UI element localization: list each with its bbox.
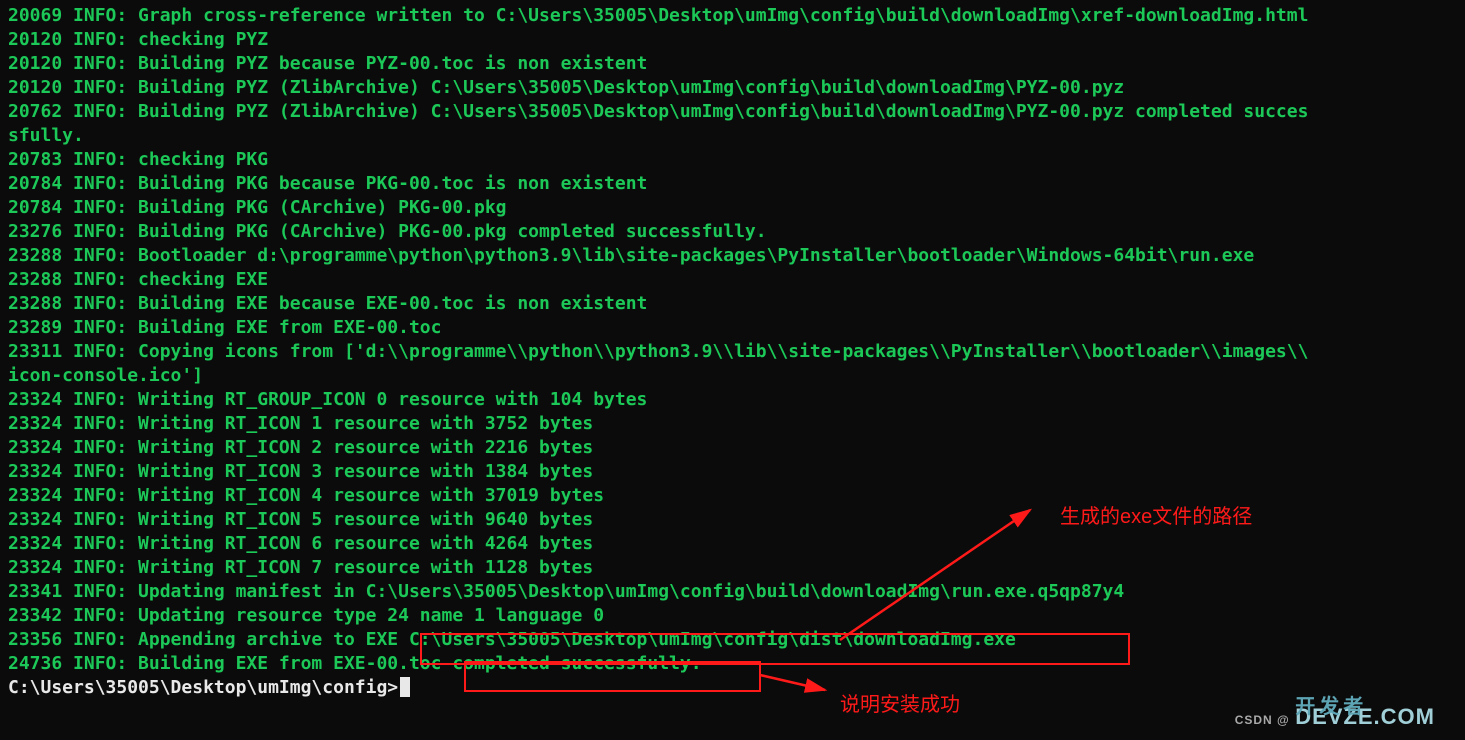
terminal-window[interactable]: 20069 INFO: Graph cross-reference writte… (0, 0, 1465, 740)
terminal-line: 23324 INFO: Writing RT_ICON 6 resource w… (8, 532, 1457, 556)
terminal-line: 23356 INFO: Appending archive to EXE C:\… (8, 628, 1457, 652)
terminal-line: 23324 INFO: Writing RT_ICON 4 resource w… (8, 484, 1457, 508)
terminal-line: 24736 INFO: Building EXE from EXE-00.toc… (8, 652, 1457, 676)
watermark: CSDN @ DEVZE.COM 开发者 (1235, 704, 1435, 730)
terminal-prompt: C:\Users\35005\Desktop\umImg\config> (8, 677, 398, 698)
terminal-line: 23324 INFO: Writing RT_ICON 5 resource w… (8, 508, 1457, 532)
watermark-overlay: 开发者 (1295, 690, 1367, 719)
terminal-line: icon-console.ico'] (8, 364, 1457, 388)
terminal-line: 20120 INFO: checking PYZ (8, 28, 1457, 52)
terminal-line: 20120 INFO: Building PYZ because PYZ-00.… (8, 52, 1457, 76)
terminal-line: 20783 INFO: checking PKG (8, 148, 1457, 172)
terminal-line: 23288 INFO: Building EXE because EXE-00.… (8, 292, 1457, 316)
terminal-line: 23324 INFO: Writing RT_ICON 1 resource w… (8, 412, 1457, 436)
terminal-line: 23324 INFO: Writing RT_ICON 3 resource w… (8, 460, 1457, 484)
terminal-line: 23324 INFO: Writing RT_GROUP_ICON 0 reso… (8, 388, 1457, 412)
terminal-line: 20120 INFO: Building PYZ (ZlibArchive) C… (8, 76, 1457, 100)
cursor-icon[interactable] (400, 677, 410, 697)
terminal-line: 23324 INFO: Writing RT_ICON 7 resource w… (8, 556, 1457, 580)
terminal-line: 23324 INFO: Writing RT_ICON 2 resource w… (8, 436, 1457, 460)
terminal-output: 20069 INFO: Graph cross-reference writte… (8, 4, 1457, 676)
terminal-line: 23276 INFO: Building PKG (CArchive) PKG-… (8, 220, 1457, 244)
terminal-line: 20762 INFO: Building PYZ (ZlibArchive) C… (8, 100, 1457, 124)
terminal-line: 20069 INFO: Graph cross-reference writte… (8, 4, 1457, 28)
watermark-big: DEVZE.COM 开发者 (1295, 704, 1435, 729)
terminal-line: 23289 INFO: Building EXE from EXE-00.toc (8, 316, 1457, 340)
watermark-small: CSDN @ (1235, 713, 1290, 727)
terminal-line: 23288 INFO: Bootloader d:\programme\pyth… (8, 244, 1457, 268)
terminal-line: 23342 INFO: Updating resource type 24 na… (8, 604, 1457, 628)
terminal-line: 23341 INFO: Updating manifest in C:\User… (8, 580, 1457, 604)
terminal-line: 23288 INFO: checking EXE (8, 268, 1457, 292)
terminal-line: 23311 INFO: Copying icons from ['d:\\pro… (8, 340, 1457, 364)
terminal-line: 20784 INFO: Building PKG (CArchive) PKG-… (8, 196, 1457, 220)
terminal-line: 20784 INFO: Building PKG because PKG-00.… (8, 172, 1457, 196)
terminal-line: sfully. (8, 124, 1457, 148)
